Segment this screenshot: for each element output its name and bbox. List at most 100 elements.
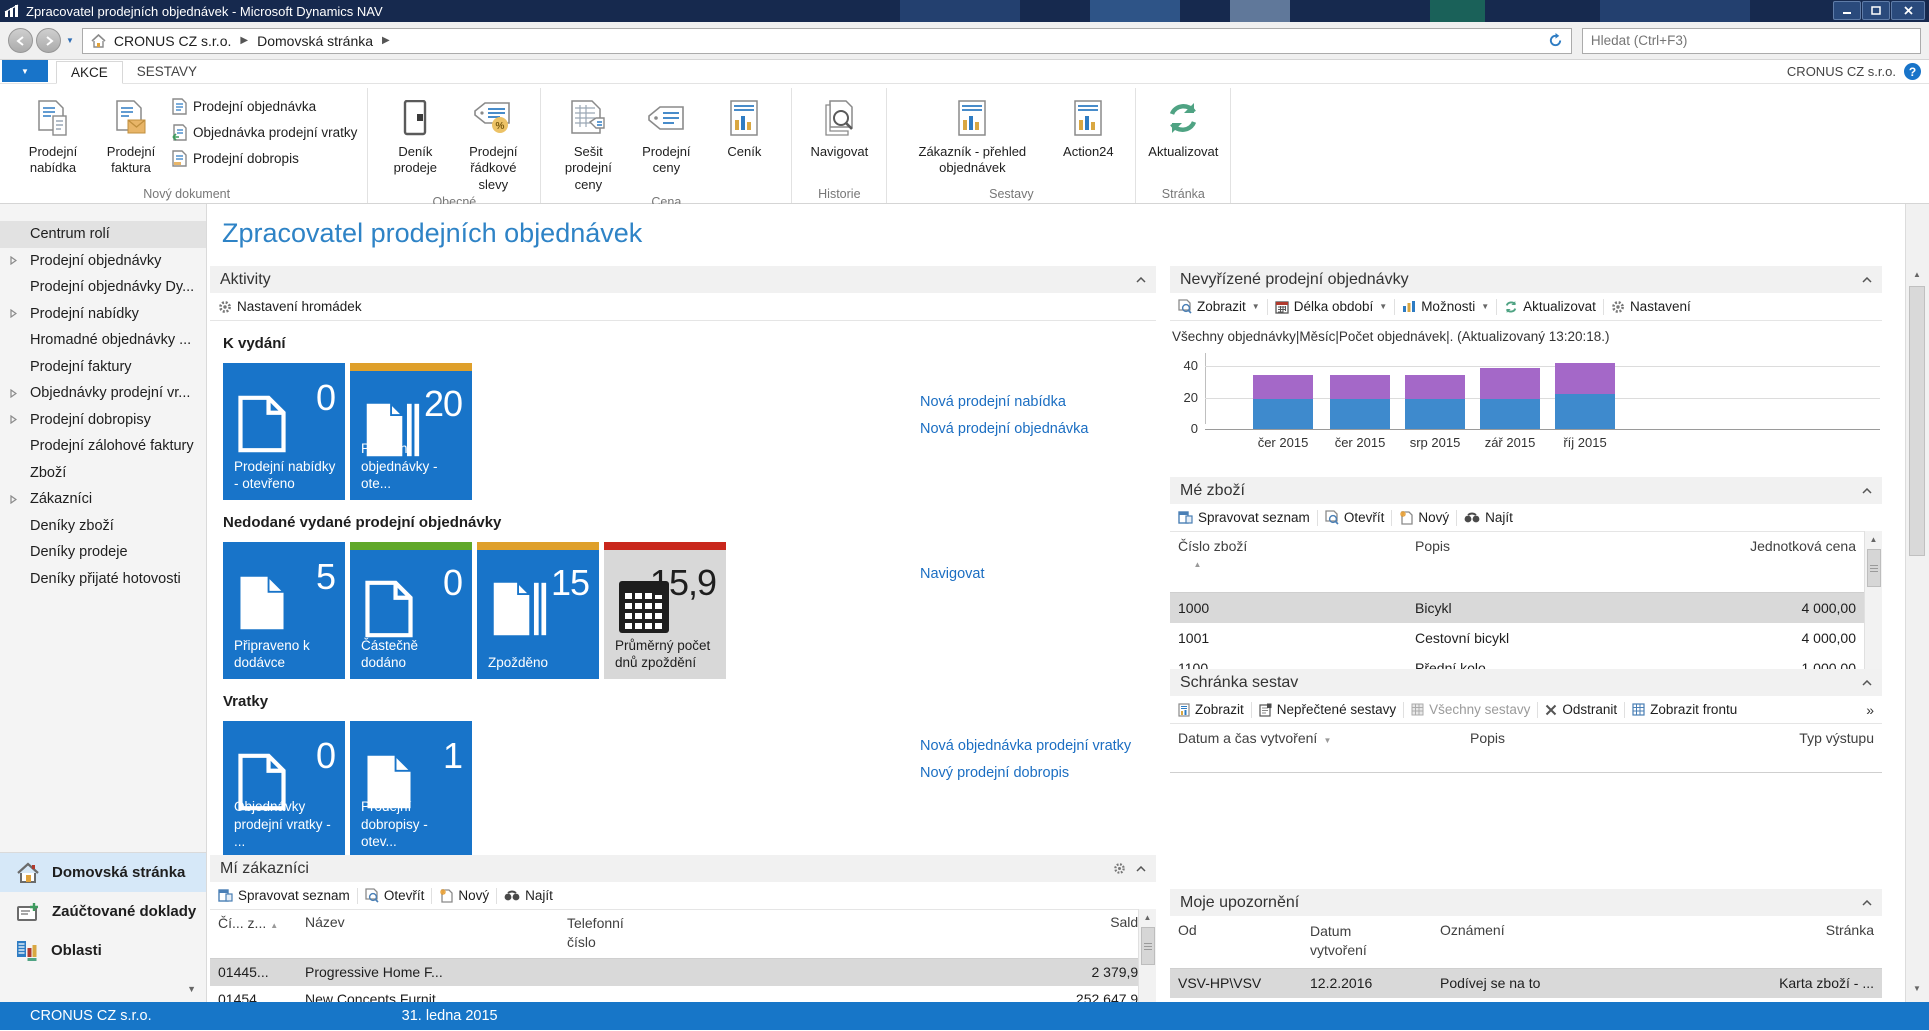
sidebar-item[interactable]: Prodejní zálohové faktury (0, 433, 206, 460)
cue-tile[interactable]: 1Prodejní dobropisy - otev... (350, 721, 472, 858)
sidebar-item[interactable]: Centrum rolí (0, 221, 206, 248)
toolbar-button[interactable]: Zobrazit frontu (1632, 702, 1737, 717)
scroll-down-icon[interactable]: ▼ (1909, 980, 1925, 996)
cue-tile[interactable]: 15Zpožděno (477, 542, 599, 679)
ribbon-button[interactable]: Prodejní faktura (94, 90, 168, 177)
cue-tile[interactable]: 15,9Průměrný počet dnů zpoždění (604, 542, 726, 679)
collapse-icon[interactable] (1862, 900, 1872, 906)
column-header[interactable]: Číslo zboží ▲ (1170, 538, 1415, 570)
column-header[interactable]: Popis (1415, 538, 1700, 570)
breadcrumb-separator-icon[interactable]: ▶ (240, 35, 248, 46)
scroll-up-icon[interactable]: ▲ (1866, 531, 1882, 547)
chart-bar-segment[interactable] (1253, 375, 1313, 399)
report-inbox-header[interactable]: Schránka sestav (1170, 669, 1882, 696)
toolbar-overflow-icon[interactable]: » (1866, 702, 1874, 718)
toolbar-button[interactable]: Spravovat seznam (1178, 510, 1310, 525)
my-items-scrollbar[interactable]: ▲ ▼ (1864, 531, 1882, 683)
chart-bar-segment[interactable] (1480, 399, 1540, 429)
collapse-icon[interactable] (1862, 277, 1872, 283)
cue-tile[interactable]: 0Objednávky prodejní vratky - ... (223, 721, 345, 858)
ribbon-button[interactable]: Sešit prodejní ceny (551, 90, 625, 193)
outstanding-sales-orders-header[interactable]: Nevyřízené prodejní objednávky (1170, 266, 1882, 293)
sidebar-item[interactable]: Deníky prodeje (0, 539, 206, 566)
column-header[interactable]: Popis (1470, 730, 1720, 746)
collapse-icon[interactable] (1136, 866, 1146, 872)
toolbar-button[interactable]: Nastavení (1611, 299, 1691, 314)
history-dropdown-icon[interactable]: ▼ (66, 36, 74, 45)
column-header[interactable]: Jednotková cena (1700, 538, 1882, 570)
my-notifications-header[interactable]: Moje upozornění (1170, 889, 1882, 916)
ribbon-button[interactable]: %Prodejní řádkové slevy (456, 90, 530, 193)
column-header[interactable]: Stránka (1720, 922, 1882, 960)
maximize-button[interactable] (1862, 1, 1890, 20)
chart-bar-segment[interactable] (1330, 399, 1390, 429)
close-button[interactable] (1891, 1, 1925, 20)
column-header[interactable]: Oznámení (1440, 922, 1720, 960)
toolbar-button[interactable]: Zobrazit (1178, 702, 1244, 717)
chart-bar-segment[interactable] (1555, 394, 1615, 429)
scroll-up-icon[interactable]: ▲ (1909, 266, 1925, 282)
toolbar-button[interactable]: Nový (1399, 510, 1449, 525)
forward-button[interactable] (36, 28, 61, 53)
notification-row[interactable]: VSV-HP\VSV12.2.2016Podívej se na toKarta… (1170, 969, 1882, 998)
ribbon-button[interactable]: Objednávka prodejní vratky (172, 124, 357, 141)
breadcrumb-separator-icon[interactable]: ▶ (382, 35, 390, 46)
column-header[interactable]: Datum a čas vytvoření ▼ (1170, 730, 1470, 746)
dropdown-caret-icon[interactable]: ▼ (1481, 302, 1489, 311)
ribbon-button[interactable]: Prodejní objednávka (172, 98, 357, 115)
activities-header[interactable]: Aktivity (210, 266, 1156, 293)
main-scrollbar[interactable]: ▲ ▼ (1905, 204, 1929, 1002)
application-menu-button[interactable]: ▼ (2, 60, 48, 82)
expand-icon[interactable] (10, 415, 17, 424)
sidebar-item[interactable]: Prodejní dobropisy (0, 407, 206, 434)
ribbon-button[interactable]: Action24 (1051, 90, 1125, 160)
sidebar-item[interactable]: Zboží (0, 460, 206, 487)
ribbon-tab-akce[interactable]: AKCE (56, 61, 123, 84)
sidebar-activity-button[interactable]: Zaúčtované doklady (0, 892, 206, 931)
chart-bar-segment[interactable] (1253, 399, 1313, 429)
customer-row[interactable]: 01445...Progressive Home F...2 379,96 (210, 959, 1156, 986)
breadcrumb-root[interactable]: CRONUS CZ s.r.o. (114, 33, 231, 49)
sidebar-item[interactable]: Zákazníci (0, 486, 206, 513)
expand-icon[interactable] (10, 309, 17, 318)
ribbon-button[interactable]: Prodejní nabídka (16, 90, 90, 177)
toolbar-button[interactable]: Aktualizovat (1504, 299, 1596, 314)
gear-icon[interactable] (1113, 862, 1126, 875)
ribbon-button[interactable]: Navigovat (802, 90, 876, 160)
navpane-collapse-icon[interactable]: ▼ (187, 984, 196, 994)
sidebar-activity-button[interactable]: Domovská stránka (0, 853, 206, 892)
toolbar-button[interactable]: Otevřít (365, 888, 425, 903)
column-header[interactable]: Název (305, 914, 567, 952)
toolbar-button[interactable]: Možnosti▼ (1402, 299, 1489, 314)
ribbon-button[interactable]: Ceník (707, 90, 781, 160)
sidebar-item[interactable]: Hromadné objednávky ... (0, 327, 206, 354)
dropdown-caret-icon[interactable]: ▼ (1379, 302, 1387, 311)
my-customers-header[interactable]: Mí zákazníci (210, 855, 1156, 882)
chart-bar-segment[interactable] (1480, 368, 1540, 400)
action-link[interactable]: Navigovat (920, 561, 984, 588)
toolbar-button[interactable]: Najít (1464, 510, 1513, 525)
my-items-header[interactable]: Mé zboží (1170, 477, 1882, 504)
cue-tile[interactable]: 5Připraveno k dodávce (223, 542, 345, 679)
back-button[interactable] (8, 28, 33, 53)
breadcrumb-page[interactable]: Domovská stránka (257, 33, 373, 49)
help-icon[interactable]: ? (1904, 63, 1921, 80)
sidebar-item[interactable]: Deníky přijaté hotovosti (0, 566, 206, 593)
cue-tile[interactable]: 20Prodejní objednávky - ote... (350, 363, 472, 500)
sidebar-item[interactable]: Prodejní faktury (0, 354, 206, 381)
column-header[interactable]: Datum vytvoření (1310, 922, 1440, 960)
toolbar-button[interactable]: Zobrazit▼ (1178, 299, 1260, 314)
toolbar-button[interactable]: Spravovat seznam (218, 888, 350, 903)
collapse-icon[interactable] (1862, 680, 1872, 686)
sidebar-activity-button[interactable]: Oblasti (0, 931, 206, 970)
expand-icon[interactable] (10, 389, 17, 398)
column-header[interactable]: Telefonní číslo (567, 914, 647, 952)
my-customers-scrollbar[interactable]: ▲ (1138, 909, 1156, 1002)
search-input[interactable]: Hledat (Ctrl+F3) (1582, 28, 1921, 54)
item-row[interactable]: 1000Bicykl4 000,00 (1170, 593, 1882, 623)
minimize-button[interactable] (1833, 1, 1861, 20)
chart-bar-segment[interactable] (1405, 375, 1465, 399)
chart-bar-segment[interactable] (1555, 363, 1615, 395)
toolbar-button[interactable]: Odstranit (1545, 702, 1617, 717)
ribbon-button[interactable]: Prodejní ceny (629, 90, 703, 177)
